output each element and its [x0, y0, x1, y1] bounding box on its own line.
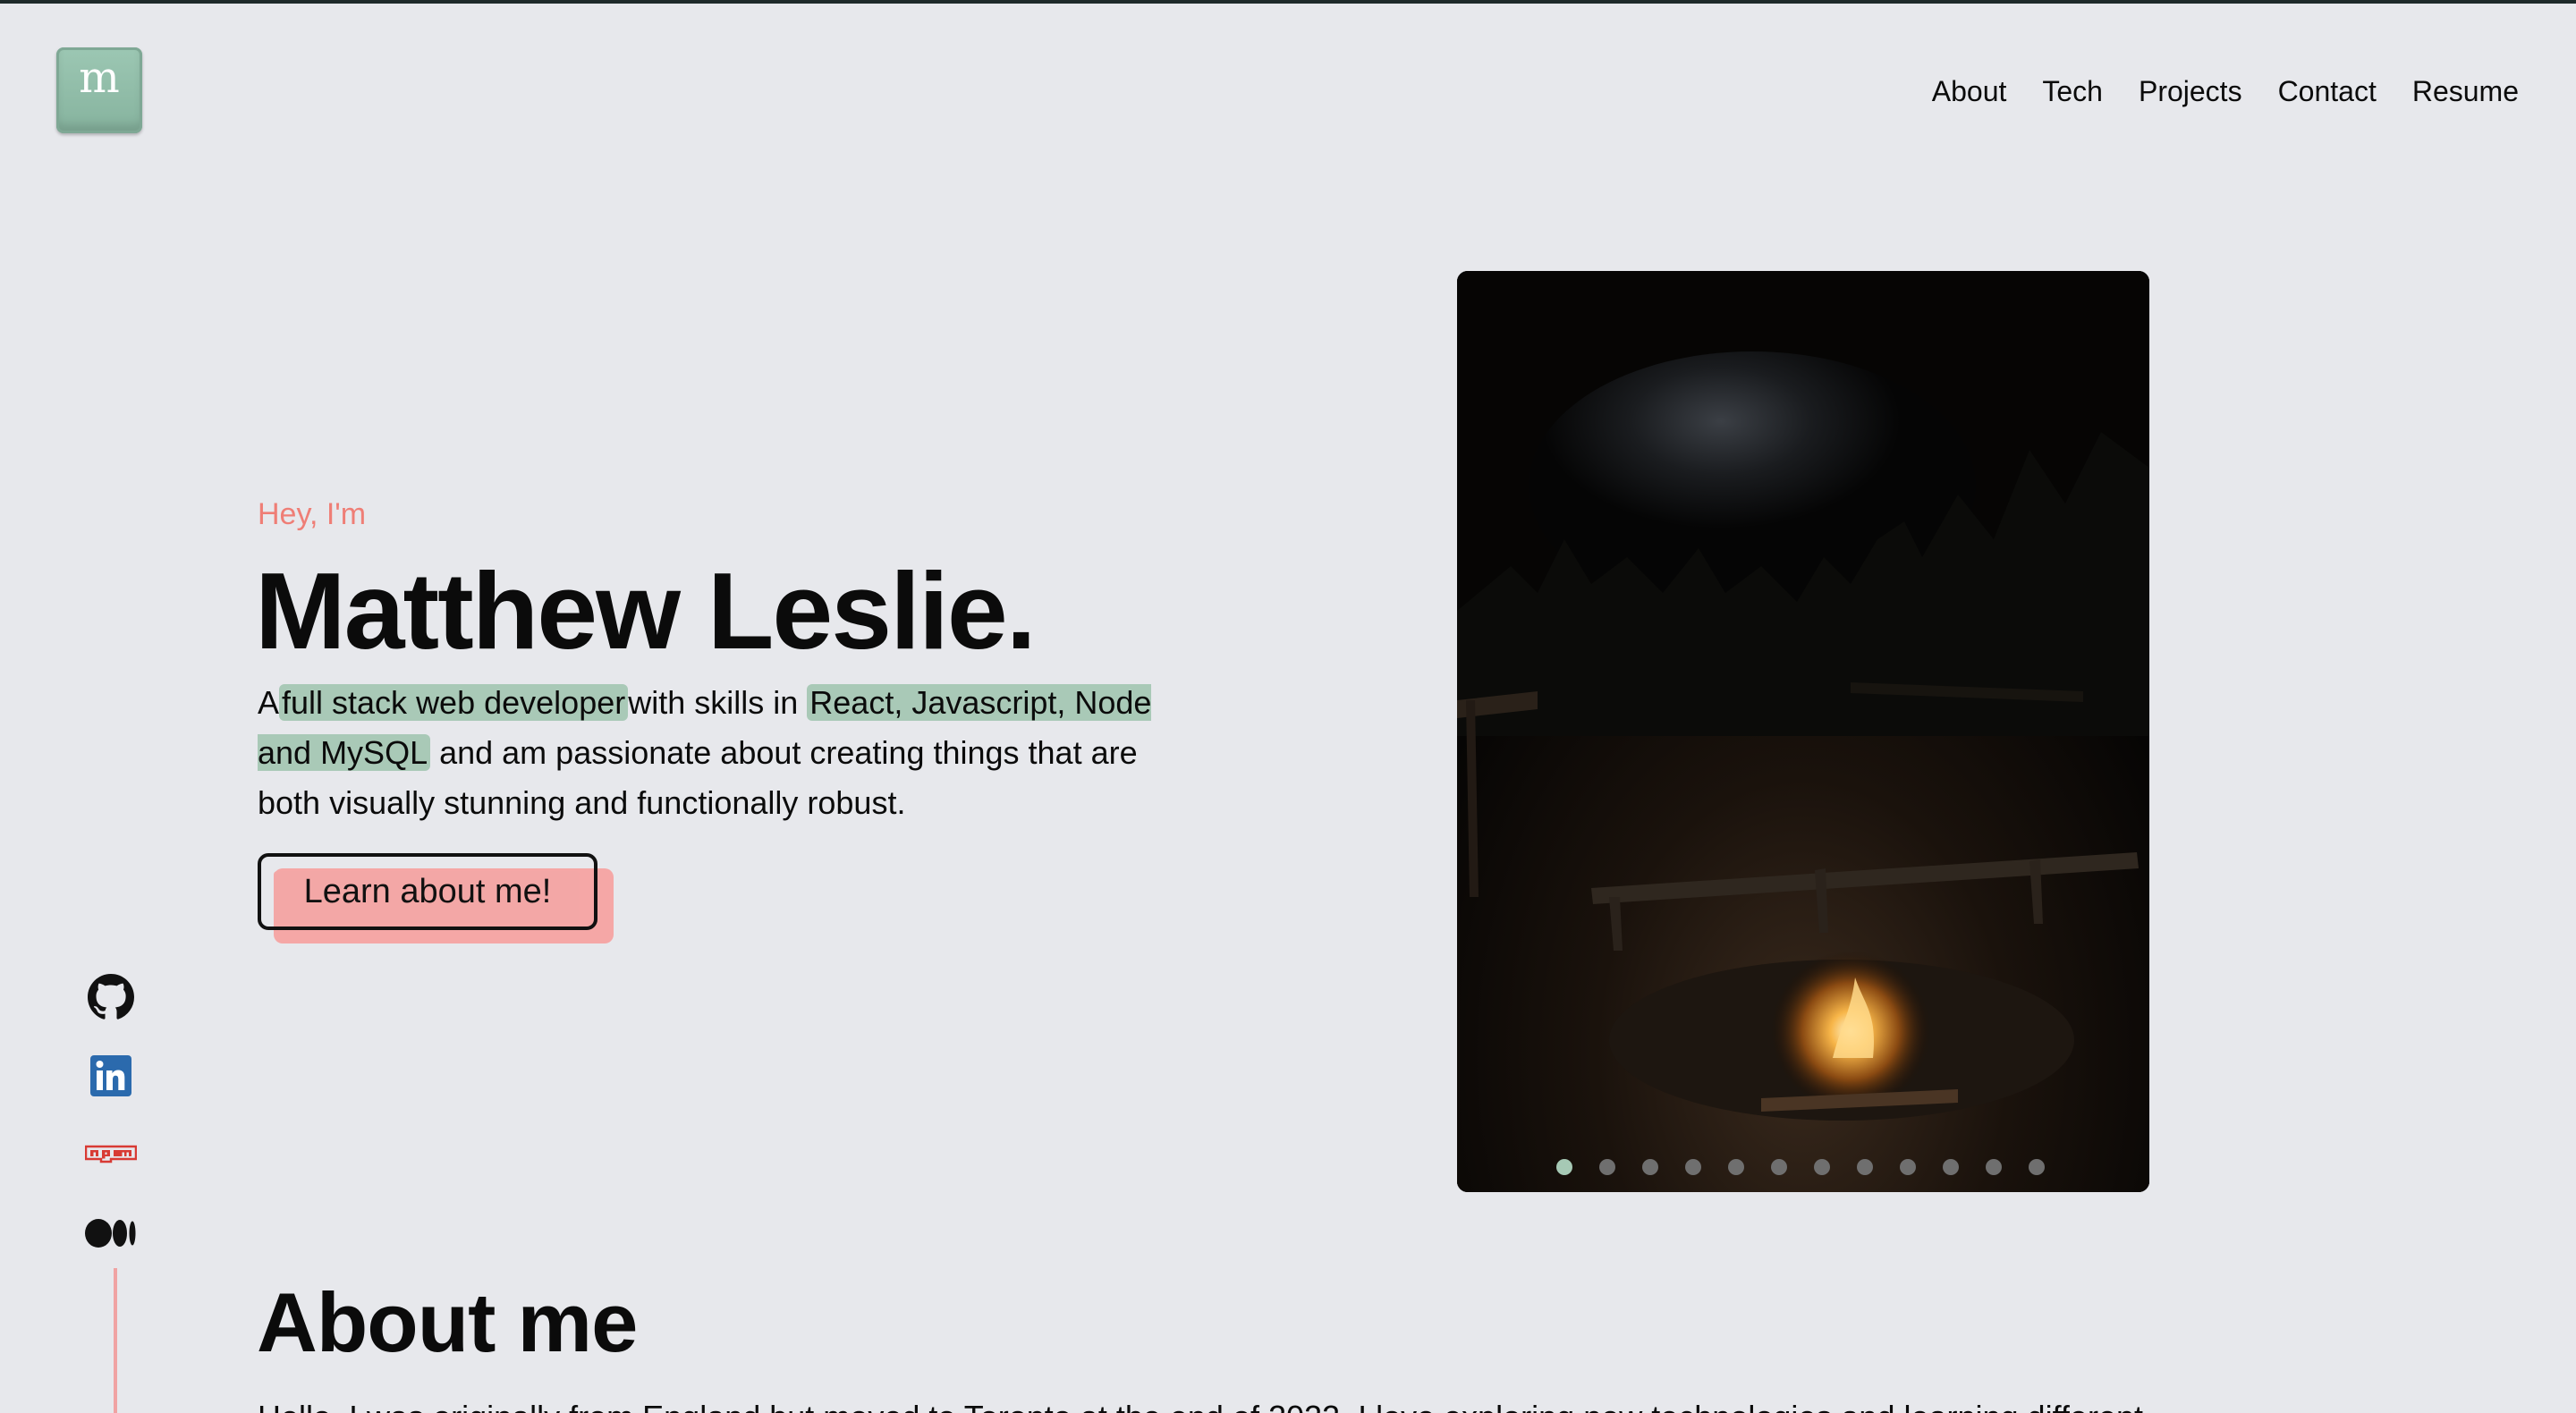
npm-icon[interactable]	[84, 1128, 138, 1181]
carousel-dot[interactable]	[1685, 1159, 1701, 1175]
hero-desc-with: with skills in	[628, 684, 808, 721]
carousel-dot[interactable]	[1900, 1159, 1916, 1175]
cta-wrapper: Learn about me!	[258, 853, 615, 946]
cta-label: Learn about me!	[303, 872, 552, 910]
carousel-dot[interactable]	[1728, 1159, 1744, 1175]
carousel-dot[interactable]	[1814, 1159, 1830, 1175]
carousel-dot[interactable]	[2029, 1159, 2045, 1175]
carousel-dot[interactable]	[1556, 1159, 1572, 1175]
hero-desc-a: A	[258, 684, 280, 721]
github-icon[interactable]	[84, 970, 138, 1024]
top-border	[0, 0, 2576, 4]
site-logo[interactable]: m	[56, 47, 142, 133]
about-paragraph: Hello, I was originally from England but…	[258, 1395, 2143, 1413]
carousel-dot[interactable]	[1599, 1159, 1615, 1175]
nav-projects-link[interactable]: Projects	[2139, 72, 2242, 111]
nav-resume-link[interactable]: Resume	[2412, 72, 2519, 111]
medium-icon[interactable]	[84, 1206, 138, 1260]
about-heading: About me	[257, 1275, 638, 1369]
social-divider-line	[114, 1268, 117, 1413]
role-highlight: full stack web developer	[279, 684, 629, 721]
learn-about-me-button[interactable]: Learn about me!	[258, 853, 597, 930]
campfire-photo	[1457, 271, 2149, 1192]
hero-title: Matthew Leslie.	[255, 550, 1037, 672]
carousel-dots	[1556, 1159, 2072, 1175]
hero-pretitle: Hey, I'm	[258, 497, 367, 531]
photo-carousel[interactable]: lorem	[1457, 271, 2149, 1192]
nav-tech-link[interactable]: Tech	[2042, 72, 2103, 111]
carousel-dot[interactable]	[1771, 1159, 1787, 1175]
nav-contact-link[interactable]: Contact	[2278, 72, 2377, 111]
carousel-dot[interactable]	[1857, 1159, 1873, 1175]
logo-letter: m	[79, 53, 120, 103]
nav-about-link[interactable]: About	[1932, 72, 2007, 111]
carousel-dot[interactable]	[1642, 1159, 1658, 1175]
carousel-dot[interactable]	[1943, 1159, 1959, 1175]
hero-description: Afull stack web developerwith skills in …	[258, 678, 1188, 828]
main-nav: About Tech Projects Contact Resume	[1896, 72, 2519, 111]
linkedin-icon[interactable]	[84, 1049, 138, 1103]
carousel-dot[interactable]	[1986, 1159, 2002, 1175]
